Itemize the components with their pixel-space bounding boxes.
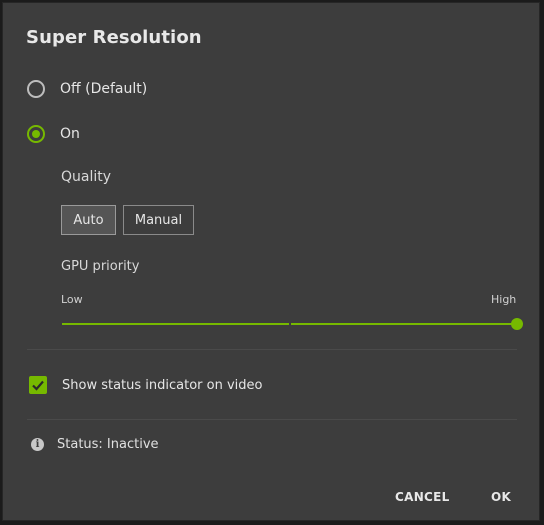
status-row: i Status: Inactive (31, 437, 159, 452)
gpu-priority-label: GPU priority (61, 259, 140, 274)
radio-on-label: On (60, 126, 80, 142)
radio-off-label: Off (Default) (60, 81, 148, 97)
radio-on[interactable]: On (27, 125, 80, 143)
quality-manual-button[interactable]: Manual (123, 205, 194, 235)
quality-label: Quality (61, 169, 112, 185)
ok-button[interactable]: OK (491, 490, 511, 504)
slider-low-label: Low (61, 293, 83, 306)
status-indicator-checkbox[interactable] (29, 376, 47, 394)
status-indicator-checkbox-row[interactable]: Show status indicator on video (29, 376, 262, 394)
status-indicator-label: Show status indicator on video (62, 377, 263, 393)
gpu-priority-slider-thumb[interactable] (511, 318, 523, 330)
radio-on-indicator[interactable] (27, 125, 45, 143)
radio-off-indicator[interactable] (27, 80, 45, 98)
dialog-title: Super Resolution (26, 27, 202, 48)
slider-midpoint-tick (289, 321, 291, 327)
quality-auto-button[interactable]: Auto (61, 205, 116, 235)
cancel-button[interactable]: CANCEL (395, 490, 450, 504)
divider (27, 419, 517, 420)
divider (27, 349, 517, 350)
slider-high-label: High (491, 293, 517, 306)
checkmark-icon (32, 380, 44, 391)
status-text: Status: Inactive (57, 437, 159, 452)
super-resolution-dialog: Super Resolution Off (Default) On Qualit… (2, 2, 540, 521)
info-icon: i (31, 438, 44, 451)
radio-off-default[interactable]: Off (Default) (27, 80, 147, 98)
